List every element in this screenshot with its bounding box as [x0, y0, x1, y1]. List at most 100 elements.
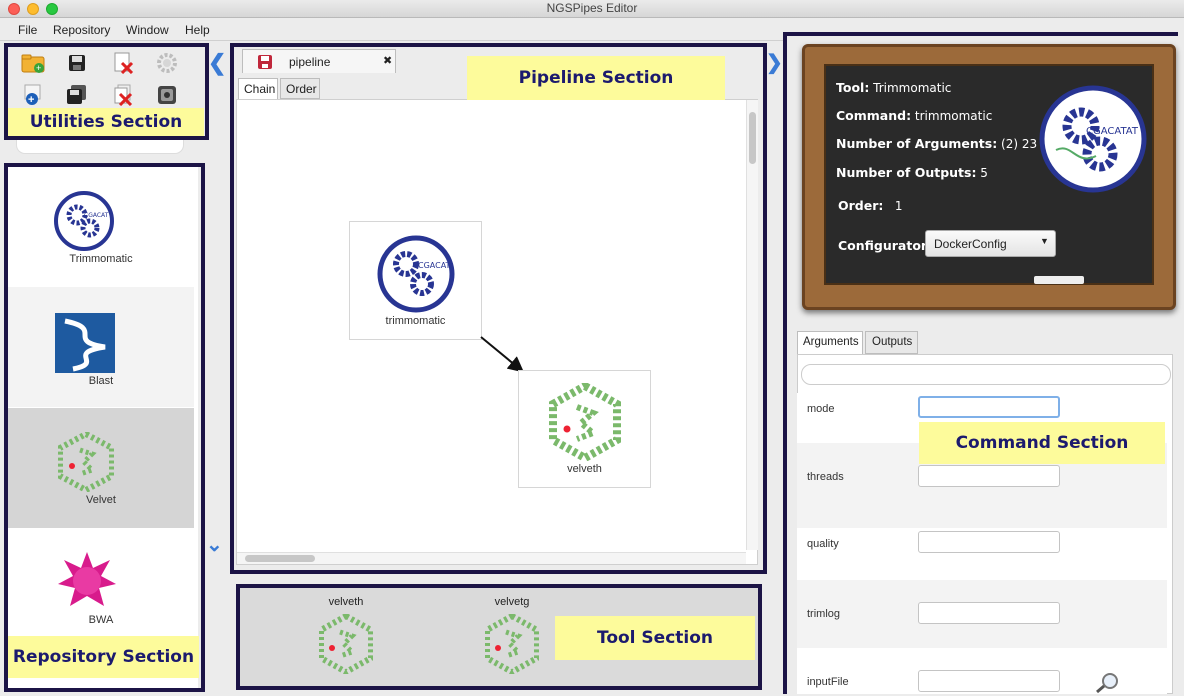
order-label: Order: [838, 198, 884, 213]
tab-outputs[interactable]: Outputs [865, 331, 918, 354]
tab-arguments[interactable]: Arguments [797, 331, 863, 354]
pipeline-node-label: trimmomatic [385, 315, 446, 327]
svg-text:+: + [28, 94, 34, 106]
argument-input-inputfile[interactable] [918, 670, 1060, 692]
pipeline-tab-title: pipeline [289, 55, 331, 69]
trimmomatic-gear-logo-icon: CGACATAT [1038, 84, 1148, 197]
velvet-hexagon-icon [484, 612, 540, 677]
pipeline-section-label: Pipeline Section [467, 56, 725, 100]
tab-chain-label: Chain [244, 82, 276, 96]
argument-input-mode[interactable] [918, 396, 1060, 418]
chalk-eraser [1034, 276, 1084, 284]
chalkboard: Tool: Trimmomatic Command: trimmomatic N… [824, 64, 1154, 285]
arguments-count-label: Number of Arguments: [836, 136, 998, 151]
trimmomatic-gear-logo-icon: CGACAT [54, 191, 116, 256]
tool-info-board: Tool: Trimmomatic Command: trimmomatic N… [802, 44, 1176, 310]
menu-help[interactable]: Help [185, 23, 210, 37]
argument-row-trimlog: trimlog [797, 580, 1167, 648]
tool-item-label: velveth [328, 596, 364, 608]
argument-label: quality [807, 538, 839, 550]
save-icon[interactable] [64, 51, 90, 75]
outputs-count-value: 5 [980, 166, 988, 180]
tool-section-label: Tool Section [555, 616, 755, 660]
repository-list: CGACAT Trimmomatic Blast Velvet BWA [8, 167, 198, 688]
argument-label: threads [807, 471, 844, 483]
pipeline-canvas[interactable]: CGACAT trimmomatic velveth [236, 99, 758, 565]
scrollbar-thumb[interactable] [245, 555, 315, 562]
bwa-star-icon [56, 550, 118, 615]
title-bar: NGSPipes Editor [0, 0, 1184, 18]
scrollbar-thumb[interactable] [749, 112, 756, 164]
velvet-hexagon-icon [57, 430, 115, 495]
collapse-left-icon[interactable]: ❮ [208, 50, 226, 76]
magnifier-icon[interactable] [1095, 672, 1121, 696]
argument-input-quality[interactable] [918, 531, 1060, 553]
new-folder-icon[interactable]: + [20, 51, 46, 75]
repository-item-label: Trimmomatic [69, 253, 133, 265]
menu-repository[interactable]: Repository [53, 23, 110, 37]
argument-label: trimlog [807, 608, 841, 620]
svg-text:CGACAT: CGACAT [418, 261, 451, 270]
tab-order[interactable]: Order [280, 78, 320, 99]
pipeline-node-trimmomatic[interactable]: CGACAT trimmomatic [349, 221, 482, 340]
command-value: trimmomatic [914, 109, 993, 123]
save-all-icon[interactable] [64, 83, 90, 107]
tool-label: Tool: [836, 80, 870, 95]
tool-item-velveth[interactable]: velveth [306, 596, 386, 686]
pipeline-node-velveth[interactable]: velveth [518, 370, 651, 488]
save-icon[interactable] [257, 54, 273, 73]
configurator-select-value: DockerConfig [934, 237, 1007, 251]
svg-text:CGACAT: CGACAT [84, 212, 109, 219]
argument-label: inputFile [807, 676, 849, 688]
vertical-scrollbar[interactable] [746, 100, 758, 550]
repository-item-blast[interactable]: Blast [8, 287, 194, 407]
utilities-section-label: Utilities Section [8, 108, 204, 136]
pipeline-node-label: velveth [567, 463, 602, 475]
repository-search-input[interactable] [16, 140, 184, 154]
logo-text: CGACATAT [1086, 126, 1138, 137]
minimize-window-button[interactable] [27, 3, 39, 15]
delete-file-icon[interactable] [110, 51, 136, 75]
blast-helix-icon [53, 311, 117, 378]
repository-item-trimmomatic[interactable]: CGACAT Trimmomatic [8, 167, 194, 287]
arguments-count-value: (2) 23 [1001, 137, 1038, 151]
configurator-select[interactable]: DockerConfig ▼ [925, 230, 1056, 257]
argument-input-trimlog[interactable] [918, 602, 1060, 624]
chevron-down-icon: ▼ [1040, 236, 1049, 246]
tool-value: Trimmomatic [873, 81, 952, 95]
window-title: NGSPipes Editor [546, 1, 638, 15]
argument-input-threads[interactable] [918, 465, 1060, 487]
tab-outputs-label: Outputs [872, 336, 913, 348]
argument-row-inputfile: inputFile [797, 648, 1167, 694]
add-icon[interactable]: + [20, 83, 46, 107]
tool-item-velvetg[interactable]: velvetg [472, 596, 552, 686]
repository-item-bwa[interactable]: BWA [8, 528, 194, 648]
pipeline-panel: pipeline ✖ Chain Order CGACAT trimmomati… [234, 47, 763, 570]
collapse-down-icon[interactable]: ⌄ [206, 532, 223, 557]
collapse-right-icon[interactable]: ❯ [766, 50, 783, 75]
repository-section-label: Repository Section [8, 636, 199, 678]
repository-item-label: Velvet [86, 494, 116, 506]
tool-item-label: velvetg [494, 596, 530, 608]
close-tab-icon[interactable]: ✖ [383, 54, 392, 67]
zoom-window-button[interactable] [46, 3, 58, 15]
arguments-search-input[interactable] [801, 364, 1171, 385]
command-section-label: Command Section [919, 422, 1165, 464]
repository-item-label: BWA [88, 614, 114, 626]
tab-order-label: Order [286, 82, 317, 96]
pipeline-file-tab[interactable]: pipeline ✖ [242, 49, 396, 73]
tab-arguments-label: Arguments [803, 336, 859, 348]
menu-window[interactable]: Window [126, 23, 169, 37]
close-window-button[interactable] [8, 3, 20, 15]
horizontal-scrollbar[interactable] [237, 552, 746, 564]
tab-chain[interactable]: Chain [238, 78, 278, 99]
utilities-toolbar: + + [8, 47, 205, 107]
repository-item-velvet[interactable]: Velvet [8, 408, 194, 528]
menu-file[interactable]: File [18, 23, 37, 37]
velvet-hexagon-icon [549, 381, 621, 464]
settings-icon[interactable] [154, 51, 180, 75]
run-icon[interactable] [154, 83, 180, 107]
outputs-count-label: Number of Outputs: [836, 165, 977, 180]
order-value: 1 [894, 199, 903, 213]
delete-all-icon[interactable] [110, 83, 136, 107]
